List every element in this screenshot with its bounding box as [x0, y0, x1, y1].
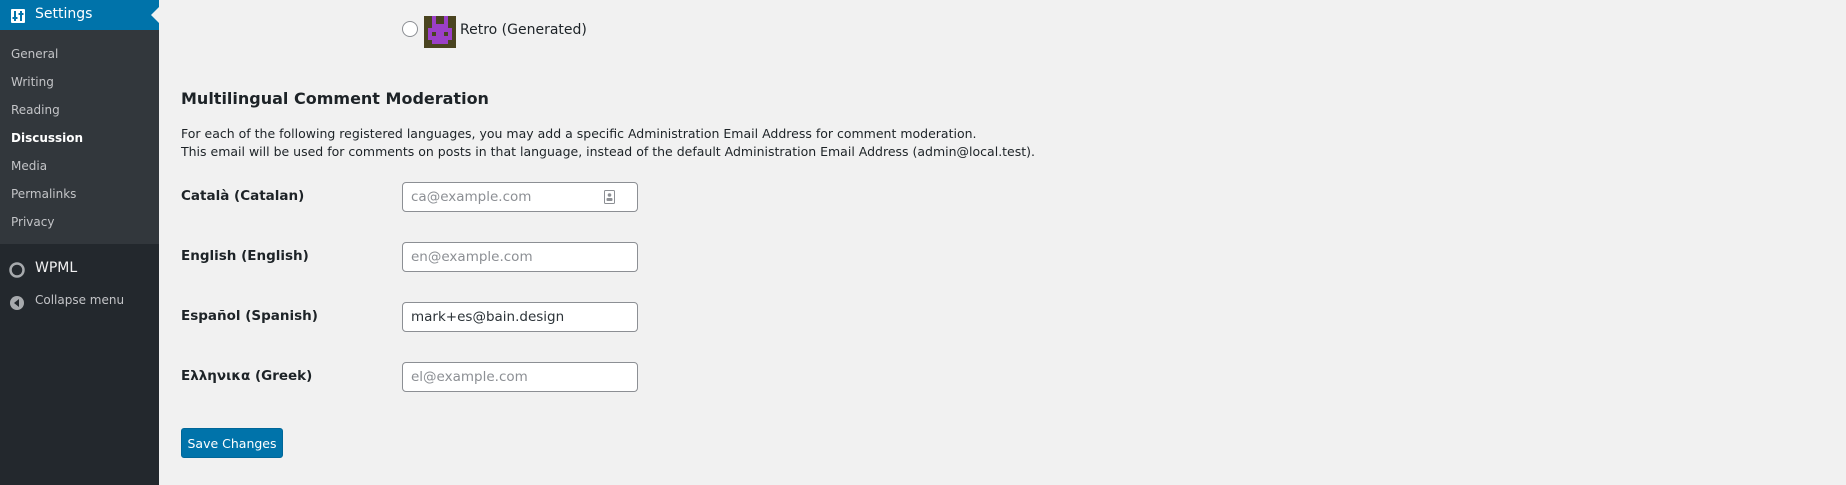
field-label-spanish: Español (Spanish) — [181, 308, 318, 324]
menu-wpml-label: WPML — [35, 260, 78, 276]
menu-settings[interactable]: Settings — [0, 0, 159, 30]
retro-avatar-image — [424, 16, 456, 48]
settings-submenu: General Writing Reading Discussion Media… — [0, 30, 159, 244]
submenu-item-permalinks[interactable]: Permalinks — [11, 187, 76, 201]
field-label-greek: Ελληνικα (Greek) — [181, 368, 313, 384]
wpml-icon — [9, 262, 25, 278]
submenu-item-discussion[interactable]: Discussion — [11, 131, 83, 145]
admin-sidebar: Settings General Writing Reading Discuss… — [0, 0, 159, 485]
email-field-catalan[interactable] — [402, 182, 638, 212]
email-field-greek[interactable] — [402, 362, 638, 392]
submenu-item-reading[interactable]: Reading — [11, 103, 60, 117]
menu-settings-label: Settings — [35, 6, 93, 22]
collapse-arrow-icon — [10, 296, 24, 310]
autofill-contact-icon[interactable] — [604, 190, 615, 204]
section-title: Multilingual Comment Moderation — [181, 89, 489, 108]
collapse-menu-label: Collapse menu — [35, 293, 125, 307]
submenu-item-media[interactable]: Media — [11, 159, 47, 173]
section-description-line-2: This email will be used for comments on … — [181, 144, 1036, 159]
avatar-retro-label: Retro (Generated) — [460, 22, 587, 38]
current-menu-arrow — [151, 7, 159, 23]
submenu-item-privacy[interactable]: Privacy — [11, 215, 54, 229]
submenu-item-writing[interactable]: Writing — [11, 75, 54, 89]
submenu-item-general[interactable]: General — [11, 47, 58, 61]
avatar-retro-radio[interactable] — [402, 21, 418, 37]
field-label-english: English (English) — [181, 248, 309, 264]
field-label-catalan: Català (Catalan) — [181, 188, 305, 204]
settings-sliders-icon — [11, 9, 25, 23]
email-field-english[interactable] — [402, 242, 638, 272]
email-field-spanish[interactable] — [402, 302, 638, 332]
save-changes-button[interactable]: Save Changes — [181, 428, 283, 458]
section-description-line-1: For each of the following registered lan… — [181, 126, 977, 141]
